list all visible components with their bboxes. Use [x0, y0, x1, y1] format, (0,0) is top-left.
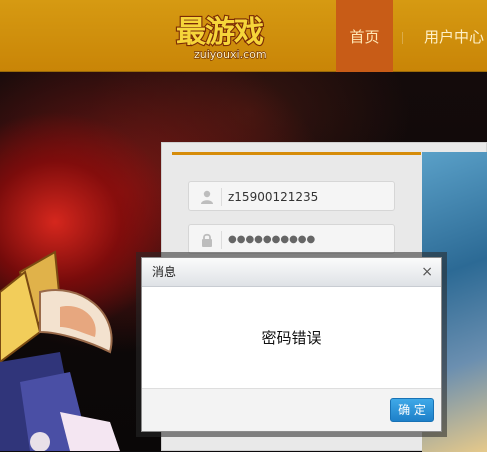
dialog-title: 消息 [152, 265, 177, 279]
dialog-footer: 确 定 [142, 388, 441, 431]
message-dialog: 消息 × 密码错误 确 定 [141, 257, 442, 432]
dialog-header: 消息 × [142, 258, 441, 287]
close-icon[interactable]: × [421, 258, 433, 286]
dialog-message: 密码错误 [261, 329, 322, 347]
confirm-button[interactable]: 确 定 [390, 398, 434, 422]
